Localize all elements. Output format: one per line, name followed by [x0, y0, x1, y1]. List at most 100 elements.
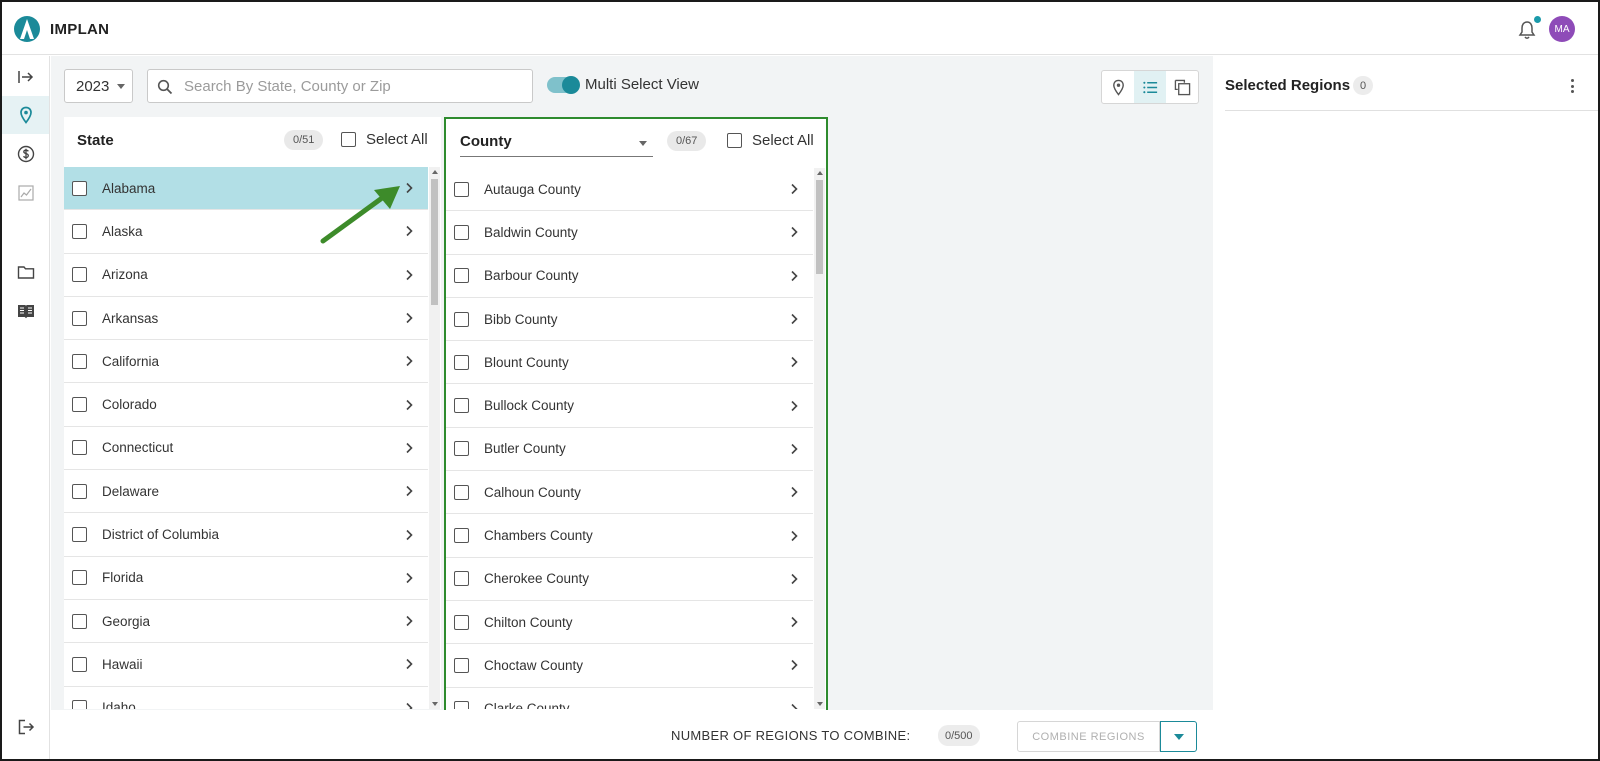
scroll-thumb[interactable] [431, 179, 438, 305]
sidebar-item-economics[interactable] [2, 135, 49, 173]
item-checkbox[interactable] [454, 441, 469, 457]
list-item[interactable]: Blount County [446, 341, 813, 385]
item-checkbox[interactable] [72, 397, 87, 413]
user-avatar[interactable]: MA [1549, 16, 1575, 42]
select-all-checkbox[interactable] [341, 132, 356, 147]
search-input[interactable] [184, 70, 524, 102]
list-item[interactable]: Butler County [446, 428, 813, 472]
list-item[interactable]: Georgia [64, 600, 428, 644]
list-item[interactable]: Baldwin County [446, 211, 813, 255]
scroll-thumb[interactable] [816, 180, 823, 274]
list-item[interactable]: Autauga County [446, 168, 813, 212]
item-checkbox[interactable] [72, 267, 87, 283]
item-checkbox[interactable] [72, 223, 87, 239]
chevron-right-icon[interactable] [404, 312, 414, 324]
list-item[interactable]: Connecticut [64, 427, 428, 471]
list-item[interactable]: Calhoun County [446, 471, 813, 515]
chevron-right-icon[interactable] [789, 226, 799, 238]
item-checkbox[interactable] [72, 527, 87, 543]
map-view-button[interactable] [1102, 71, 1134, 103]
list-item[interactable]: Choctaw County [446, 644, 813, 688]
item-checkbox[interactable] [454, 701, 469, 709]
county-list-scrollbar[interactable] [814, 168, 825, 709]
chevron-right-icon[interactable] [789, 659, 799, 671]
chevron-right-icon[interactable] [404, 269, 414, 281]
item-checkbox[interactable] [454, 181, 469, 197]
chevron-right-icon[interactable] [789, 356, 799, 368]
chevron-right-icon[interactable] [404, 529, 414, 541]
item-checkbox[interactable] [454, 528, 469, 544]
chevron-right-icon[interactable] [789, 573, 799, 585]
chevron-right-icon[interactable] [404, 182, 414, 194]
chevron-right-icon[interactable] [404, 615, 414, 627]
item-checkbox[interactable] [72, 570, 87, 586]
list-view-button[interactable] [1134, 71, 1166, 103]
chevron-right-icon[interactable] [404, 399, 414, 411]
item-checkbox[interactable] [454, 224, 469, 240]
select-all-checkbox[interactable] [727, 133, 742, 148]
county-select-all[interactable]: Select All [727, 132, 814, 149]
item-checkbox[interactable] [72, 440, 87, 456]
list-item[interactable]: Arizona [64, 254, 428, 297]
chevron-right-icon[interactable] [789, 400, 799, 412]
chevron-right-icon[interactable] [789, 183, 799, 195]
item-checkbox[interactable] [454, 484, 469, 500]
scroll-up-icon[interactable] [432, 170, 438, 174]
item-checkbox[interactable] [454, 657, 469, 673]
scroll-up-icon[interactable] [817, 171, 823, 175]
item-checkbox[interactable] [72, 353, 87, 369]
scroll-down-icon[interactable] [432, 702, 438, 706]
list-item[interactable]: Delaware [64, 470, 428, 514]
chevron-right-icon[interactable] [404, 702, 414, 709]
logout-button[interactable] [2, 708, 49, 746]
item-checkbox[interactable] [454, 398, 469, 414]
state-select-all[interactable]: Select All [341, 131, 428, 148]
expand-sidebar-button[interactable] [2, 58, 49, 96]
chevron-right-icon[interactable] [789, 270, 799, 282]
combine-regions-button[interactable]: COMBINE REGIONS [1017, 721, 1160, 752]
list-item[interactable]: Florida [64, 557, 428, 600]
region-level-dropdown[interactable]: County [460, 129, 653, 157]
item-checkbox[interactable] [72, 700, 87, 709]
list-item[interactable]: Barbour County [446, 255, 813, 298]
list-item[interactable]: Alabama [64, 167, 428, 211]
list-item[interactable]: Chambers County [446, 514, 813, 558]
chevron-right-icon[interactable] [404, 572, 414, 584]
list-item[interactable]: Hawaii [64, 643, 428, 687]
list-item[interactable]: Bibb County [446, 298, 813, 342]
scroll-down-icon[interactable] [817, 702, 823, 706]
chevron-right-icon[interactable] [404, 485, 414, 497]
list-item[interactable]: Colorado [64, 383, 428, 427]
item-checkbox[interactable] [72, 180, 87, 196]
chevron-right-icon[interactable] [404, 658, 414, 670]
state-list-scrollbar[interactable] [429, 167, 440, 709]
sidebar-item-regions[interactable] [2, 96, 49, 134]
item-checkbox[interactable] [72, 483, 87, 499]
year-select[interactable]: 2023 [64, 69, 133, 103]
chevron-right-icon[interactable] [789, 530, 799, 542]
item-checkbox[interactable] [454, 571, 469, 587]
notification-bell-icon[interactable] [1518, 20, 1536, 40]
chevron-right-icon[interactable] [404, 442, 414, 454]
sidebar-item-projects[interactable] [2, 253, 49, 291]
combine-options-dropdown[interactable] [1160, 721, 1197, 752]
list-item[interactable]: California [64, 340, 428, 384]
more-options-icon[interactable] [1564, 77, 1580, 95]
list-item[interactable]: District of Columbia [64, 513, 428, 557]
item-checkbox[interactable] [454, 354, 469, 370]
item-checkbox[interactable] [454, 311, 469, 327]
chevron-right-icon[interactable] [404, 225, 414, 237]
combined-view-button[interactable] [1166, 71, 1198, 103]
item-checkbox[interactable] [72, 613, 87, 629]
item-checkbox[interactable] [72, 656, 87, 672]
list-item[interactable]: Bullock County [446, 384, 813, 428]
sidebar-item-analysis[interactable] [2, 174, 49, 212]
list-item[interactable]: Cherokee County [446, 558, 813, 601]
list-item[interactable]: Alaska [64, 210, 428, 254]
chevron-right-icon[interactable] [789, 486, 799, 498]
item-checkbox[interactable] [72, 310, 87, 326]
list-item[interactable]: Chilton County [446, 601, 813, 645]
chevron-right-icon[interactable] [789, 313, 799, 325]
list-item[interactable]: Idaho [64, 687, 428, 709]
list-item[interactable]: Arkansas [64, 297, 428, 341]
